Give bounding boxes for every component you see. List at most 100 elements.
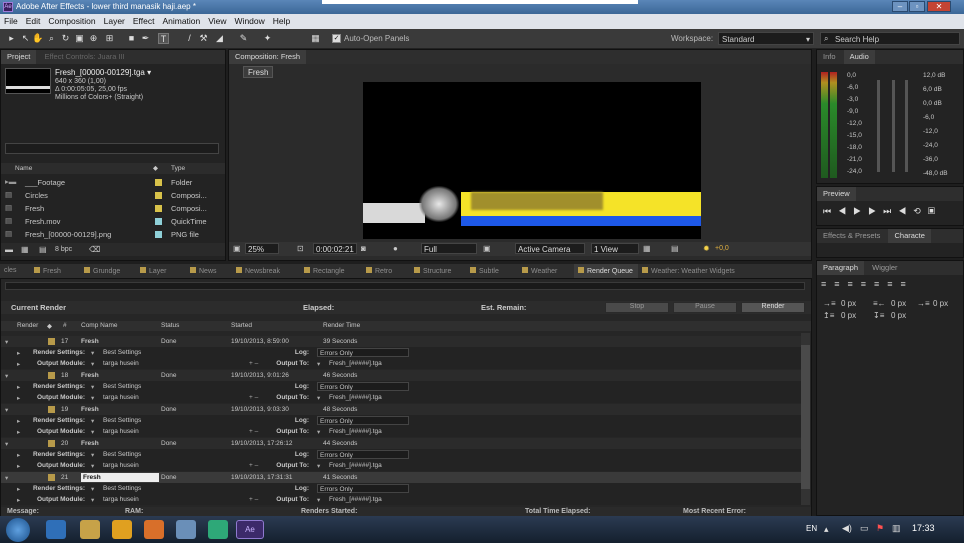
dropdown-arrow-icon[interactable]: ▾ [91, 394, 94, 402]
menu-file[interactable]: File [0, 14, 22, 26]
dropdown-arrow-icon[interactable]: ▾ [91, 383, 94, 391]
label-color-swatch[interactable] [48, 406, 55, 413]
render-settings-value[interactable]: Best Settings [103, 485, 141, 492]
project-item[interactable]: ▸▬ ___Footage Folder [1, 176, 225, 188]
dropdown-arrow-icon[interactable]: ▾ [317, 462, 320, 470]
project-item[interactable]: ▤ Fresh.mov QuickTime [1, 215, 225, 227]
output-to-file[interactable]: Fresh_[#####].tga [329, 462, 382, 469]
bpc-icon[interactable]: ▤ [39, 245, 47, 254]
expand-icon[interactable]: ▸ [17, 383, 20, 391]
indent-right-value[interactable]: 0 px [891, 299, 906, 308]
expand-icon[interactable]: ▾ [5, 372, 8, 380]
clock[interactable]: 17:33 [912, 523, 935, 533]
pan-tool-icon[interactable]: ⊞ [104, 33, 115, 44]
media-player-icon[interactable] [112, 520, 132, 539]
minimize-button[interactable]: – [892, 1, 908, 12]
tab-retro[interactable]: Retro [362, 264, 410, 278]
add-output-icon[interactable]: + – [249, 496, 258, 503]
stamp-tool-icon[interactable]: ⚒ [198, 33, 209, 44]
dropdown-arrow-icon[interactable]: ▾ [91, 485, 94, 493]
log-select[interactable]: Errors Only [317, 450, 409, 459]
color-channel-icon[interactable]: ● [393, 244, 398, 253]
camera-tool-icon[interactable]: ▣ [74, 33, 85, 44]
col-number[interactable]: # [63, 322, 67, 329]
add-output-icon[interactable]: + – [249, 394, 258, 401]
hand-tool-icon[interactable]: ✋ [32, 33, 43, 44]
expand-icon[interactable]: ▸ [17, 451, 20, 459]
item-name[interactable]: Fresh_[00000-00129].tga ▾ [55, 68, 151, 77]
network-icon[interactable] [176, 520, 196, 539]
dropdown-arrow-icon[interactable]: ▾ [91, 417, 94, 425]
eraser-tool-icon[interactable]: ◢ [214, 33, 225, 44]
job-comp-name[interactable]: Fresh [81, 440, 99, 447]
exposure-value[interactable]: +0,0 [715, 245, 729, 252]
render-button[interactable]: Render [741, 302, 805, 313]
label-color-swatch[interactable] [48, 474, 55, 481]
zoom-select[interactable]: 25% [245, 243, 279, 254]
project-item[interactable]: ▤ Fresh_[00000-00129].png PNG file [1, 228, 225, 240]
menu-window[interactable]: Window [231, 14, 269, 26]
network-tray-icon[interactable]: ▥ [892, 523, 901, 534]
pause-button[interactable]: Pause [673, 302, 737, 313]
comp-viewer[interactable] [363, 82, 701, 239]
tab-weather[interactable]: Weather [518, 264, 574, 278]
tab-effects-presets[interactable]: Effects & Presets [817, 229, 886, 243]
menu-composition[interactable]: Composition [44, 14, 99, 26]
maximize-button[interactable]: ▫ [909, 1, 925, 12]
language-indicator[interactable]: EN [806, 524, 817, 533]
camera-select[interactable]: Active Camera [515, 243, 585, 254]
align-buttons[interactable]: ≡≡≡≡≡≡≡ [821, 279, 914, 289]
render-job-row[interactable]: ▾ 19 Fresh Done 19/10/2013, 9:03:30 48 Second… [1, 404, 801, 415]
selection-tool-icon[interactable]: ↖ [20, 33, 31, 44]
project-item[interactable]: ▤ Fresh Composi... [1, 202, 225, 214]
snap-icon[interactable]: ▦ [310, 33, 321, 44]
menu-help[interactable]: Help [269, 14, 294, 26]
output-module-value[interactable]: targa husein [103, 428, 139, 435]
render-settings-value[interactable]: Best Settings [103, 417, 141, 424]
indent-first-value[interactable]: 0 px [933, 299, 948, 308]
magnify-icon[interactable]: ▣ [233, 244, 241, 253]
tab-weather-weather-widgets[interactable]: Weather: Weather Widgets [638, 264, 756, 278]
expand-icon[interactable]: ▸ [17, 417, 20, 425]
log-select[interactable]: Errors Only [317, 348, 409, 357]
tab-fresh[interactable]: Fresh [30, 264, 80, 278]
audio-slider-master[interactable] [905, 80, 908, 172]
tab-subtle[interactable]: Subtle [466, 264, 518, 278]
after-effects-taskbar-icon[interactable]: Ae [236, 520, 264, 539]
current-render-label[interactable]: Current Render [11, 303, 66, 312]
output-module-value[interactable]: targa husein [103, 496, 139, 503]
dropdown-arrow-icon[interactable]: ▾ [91, 462, 94, 470]
col-name[interactable]: Name [15, 165, 32, 172]
indent-left-value[interactable]: 0 px [841, 299, 856, 308]
render-job-row[interactable]: ▾ 17 Fresh Done 19/10/2013, 8:59:00 39 Second… [1, 336, 801, 347]
ie-icon[interactable] [46, 520, 66, 539]
grid-icon[interactable]: ▦ [643, 244, 651, 253]
tab-paragraph[interactable]: Paragraph [817, 261, 865, 275]
stop-button[interactable]: Stop [605, 302, 669, 313]
tab-grundge[interactable]: Grundge [80, 264, 136, 278]
zoom-tool-icon[interactable]: ⌕ [46, 33, 57, 44]
rotate-tool-icon[interactable]: ↻ [60, 33, 71, 44]
tab-cles[interactable]: cles [0, 264, 30, 278]
text-tool-icon[interactable]: T [158, 33, 169, 44]
dropdown-arrow-icon[interactable]: ▾ [317, 496, 320, 504]
fast-preview-icon[interactable]: ▤ [671, 244, 679, 253]
snapshot-icon[interactable]: ◙ [361, 244, 366, 253]
label-color-swatch[interactable] [48, 372, 55, 379]
label-color-swatch[interactable] [155, 231, 162, 238]
col-render-time[interactable]: Render Time [323, 322, 360, 329]
brush-tool-icon[interactable]: / [184, 33, 195, 44]
job-comp-name[interactable]: Fresh [81, 338, 99, 345]
audio-slider-left[interactable] [877, 80, 880, 172]
expand-icon[interactable]: ▾ [5, 406, 8, 414]
tab-effect-controls[interactable]: Effect Controls: Juara III [38, 50, 130, 64]
dropdown-arrow-icon[interactable]: ▾ [91, 428, 94, 436]
close-button[interactable]: ✕ [927, 1, 951, 12]
home-icon[interactable]: ▸ [6, 33, 17, 44]
add-output-icon[interactable]: + – [249, 462, 258, 469]
dropdown-arrow-icon[interactable]: ▾ [91, 496, 94, 504]
trash-icon[interactable]: ⌫ [89, 245, 100, 254]
output-to-file[interactable]: Fresh_[#####].tga [329, 428, 382, 435]
app-icon-green[interactable] [208, 520, 228, 539]
start-button[interactable] [6, 518, 30, 542]
